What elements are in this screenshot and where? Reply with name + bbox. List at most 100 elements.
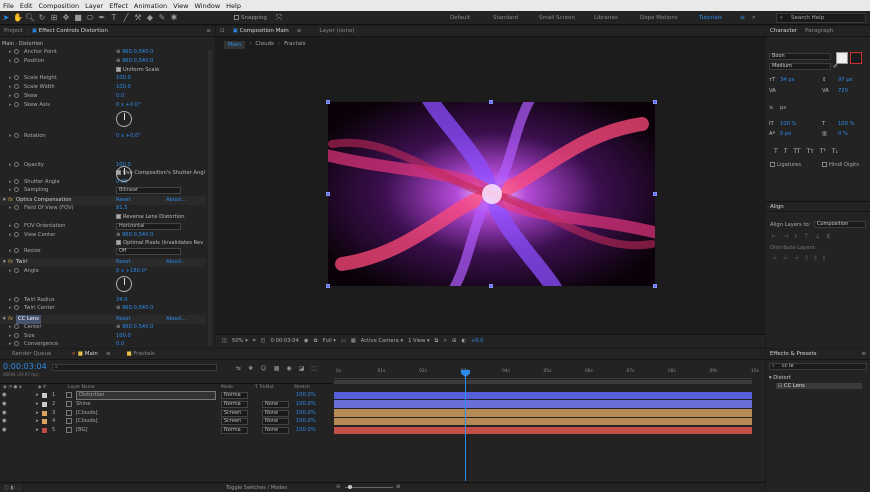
effects-item-cc-lens[interactable]: ⊡ CC Lens (776, 383, 862, 389)
workspace-small-screen[interactable]: Small Screen (539, 15, 575, 21)
visibility-eye-icon[interactable]: ◉ (2, 400, 7, 409)
breadcrumb-main[interactable]: Main (224, 41, 246, 49)
layer-mode-dropdown[interactable]: Norma (221, 392, 248, 399)
layer-duration-bar[interactable] (334, 426, 752, 435)
layer-mode-dropdown[interactable]: Norma (221, 400, 248, 408)
property-row[interactable]: ▸ Scale Width 100.0 (0, 83, 206, 92)
font-size-value[interactable]: 34 px (780, 77, 795, 83)
stopwatch-icon[interactable] (14, 132, 19, 141)
stopwatch-icon[interactable] (14, 267, 19, 276)
disclosure-triangle-icon[interactable]: ▸ (9, 132, 12, 141)
align-left-icon[interactable]: ⊢ (772, 233, 777, 240)
property-row[interactable]: ▸ Scale Height 100.0 (0, 74, 206, 83)
layer-trkmat-dropdown[interactable]: None (262, 400, 289, 408)
align-vcenter-icon[interactable]: ⊥ (815, 233, 820, 240)
workspace-tutorials[interactable]: Tutorials (699, 15, 722, 21)
transform-handle[interactable] (326, 284, 330, 288)
work-area-bar[interactable] (334, 380, 752, 384)
brush-tool-icon[interactable]: ╱ (120, 13, 132, 22)
layer-expand-icon[interactable]: ▸ (36, 409, 39, 418)
layer-trkmat-dropdown[interactable]: None (262, 427, 289, 435)
pixel-aspect-icon[interactable]: ⧉ (435, 338, 439, 345)
disclosure-triangle-icon[interactable]: ▸ (9, 83, 12, 92)
workspace-standard[interactable]: Standard (493, 15, 518, 21)
layer-row[interactable]: ◉ ▸ 2 Shine Norma None 100.0% (0, 400, 332, 409)
layer-row[interactable]: ◉ ▸ 3 [Clouds] Screen None 100.0% (0, 409, 332, 418)
layer-duration-bar[interactable] (334, 391, 752, 399)
flowchart-icon[interactable]: ⊞ (452, 338, 456, 344)
layer-duration-bar[interactable] (334, 417, 752, 426)
disclosure-triangle-icon[interactable]: ▸ (9, 222, 12, 231)
layer-duration-bar[interactable] (334, 400, 752, 408)
distribute-hcenter-icon[interactable]: ⫼ (814, 255, 817, 263)
tab-project[interactable]: Project (0, 28, 27, 34)
pan-behind-tool-icon[interactable]: ✥ (60, 13, 72, 22)
disclosure-triangle-icon[interactable]: ▸ (9, 247, 12, 256)
about-link[interactable]: About... (166, 258, 186, 267)
grid-icon[interactable]: ⌗ (253, 338, 256, 345)
layer-stretch-value[interactable]: 100.0% (296, 417, 316, 426)
layer-row[interactable]: ◉ ▸ 4 [Clouds] Screen None 100.0% (0, 417, 332, 426)
playhead-line[interactable] (465, 369, 466, 481)
property-row[interactable]: ▸ Skew 0.0 (0, 92, 206, 101)
rotate-tool-icon[interactable]: ↻ (36, 13, 48, 22)
superscript-icon[interactable]: T¹ (820, 148, 826, 155)
layer-name[interactable]: Shine (76, 400, 91, 409)
property-row[interactable]: ▸ Field Of View (FOV) 81.5 (0, 204, 206, 213)
roto-brush-tool-icon[interactable]: ✎ (156, 13, 168, 22)
type-tool-icon[interactable]: T (108, 13, 120, 22)
tab-timeline-fractals[interactable]: ■ Fractals (122, 351, 158, 357)
menu-item-composition[interactable]: Composition (35, 2, 82, 10)
effect-header-row[interactable]: ▾ fx Twirl Reset About... (0, 258, 206, 267)
layer-name[interactable]: Distortion (76, 391, 216, 400)
property-checkbox[interactable]: Reverse Lens Distortion (116, 213, 185, 222)
disclosure-triangle-icon[interactable]: ▸ (9, 92, 12, 101)
angle-dial[interactable] (116, 111, 132, 127)
resolution-dropdown[interactable]: Full ▾ (323, 338, 336, 344)
eyedropper-icon[interactable]: ✐ (833, 63, 838, 70)
search-help-input[interactable]: ⌕ Search Help (776, 13, 866, 23)
visibility-eye-icon[interactable]: ◉ (2, 409, 7, 418)
mask-visibility-icon[interactable]: ◰ (261, 338, 266, 344)
disclosure-triangle-icon[interactable]: ▸ (9, 57, 12, 66)
layer-label-color[interactable] (42, 393, 47, 398)
hand-tool-icon[interactable]: ✋ (12, 13, 24, 22)
property-value[interactable]: ⊕ 960.0,540.0 (116, 57, 153, 66)
effects-category-distort[interactable]: ▾ Distort (769, 375, 791, 381)
property-row[interactable]: ▸ Anchor Point ⊕ 960.0,540.0 (0, 48, 206, 57)
shy-icon[interactable]: ☺ (260, 365, 266, 372)
disclosure-triangle-icon[interactable]: ▸ (9, 267, 12, 276)
draft-3d-icon[interactable]: ❖ (248, 365, 253, 372)
property-row[interactable]: ▸ Sampling Bilinear (0, 186, 206, 195)
view-layout-dropdown[interactable]: 1 View ▾ (408, 338, 430, 344)
distribute-right-icon[interactable]: ⫼ (823, 255, 826, 263)
menu-item-edit[interactable]: Edit (17, 2, 36, 10)
layer-expand-icon[interactable]: ▸ (36, 391, 39, 400)
disclosure-triangle-icon[interactable]: ▸ (9, 340, 12, 349)
layer-name[interactable]: [Clouds] (76, 409, 98, 418)
property-dropdown[interactable]: Horizontal (116, 223, 181, 230)
stopwatch-icon[interactable] (14, 340, 19, 349)
align-right-icon[interactable]: ⊦ (794, 233, 797, 240)
workspace-libraries[interactable]: Libraries (594, 15, 618, 21)
tab-character[interactable]: Character (766, 28, 801, 34)
ligatures-checkbox[interactable]: Ligatures (770, 162, 801, 168)
stopwatch-icon[interactable] (14, 57, 19, 66)
property-value[interactable]: ⊕ 960.0,540.0 (116, 323, 153, 332)
breadcrumb-clouds[interactable]: Clouds (255, 41, 274, 49)
clone-stamp-tool-icon[interactable]: ⚒ (132, 13, 144, 22)
visibility-eye-icon[interactable]: ◉ (2, 426, 7, 435)
tab-composition-main[interactable]: ▣ Composition Main (229, 28, 293, 34)
tab-effect-controls[interactable]: ▣ Effect Controls Distortion (26, 28, 112, 34)
faux-bold-icon[interactable]: T (774, 148, 778, 155)
align-top-icon[interactable]: ⊤ (804, 233, 809, 240)
stopwatch-icon[interactable] (14, 83, 19, 92)
angle-dial[interactable] (116, 166, 132, 182)
font-style-dropdown[interactable]: Medium (769, 63, 831, 70)
property-value[interactable]: ⊕ 960.0,540.0 (116, 48, 153, 57)
graph-editor-icon[interactable]: ◪ (299, 365, 305, 372)
property-value[interactable]: 0 x +0.0° (116, 132, 141, 141)
visibility-eye-icon[interactable]: ◉ (2, 417, 7, 426)
layer-stretch-value[interactable]: 100.0% (296, 391, 316, 400)
stopwatch-icon[interactable] (14, 92, 19, 101)
